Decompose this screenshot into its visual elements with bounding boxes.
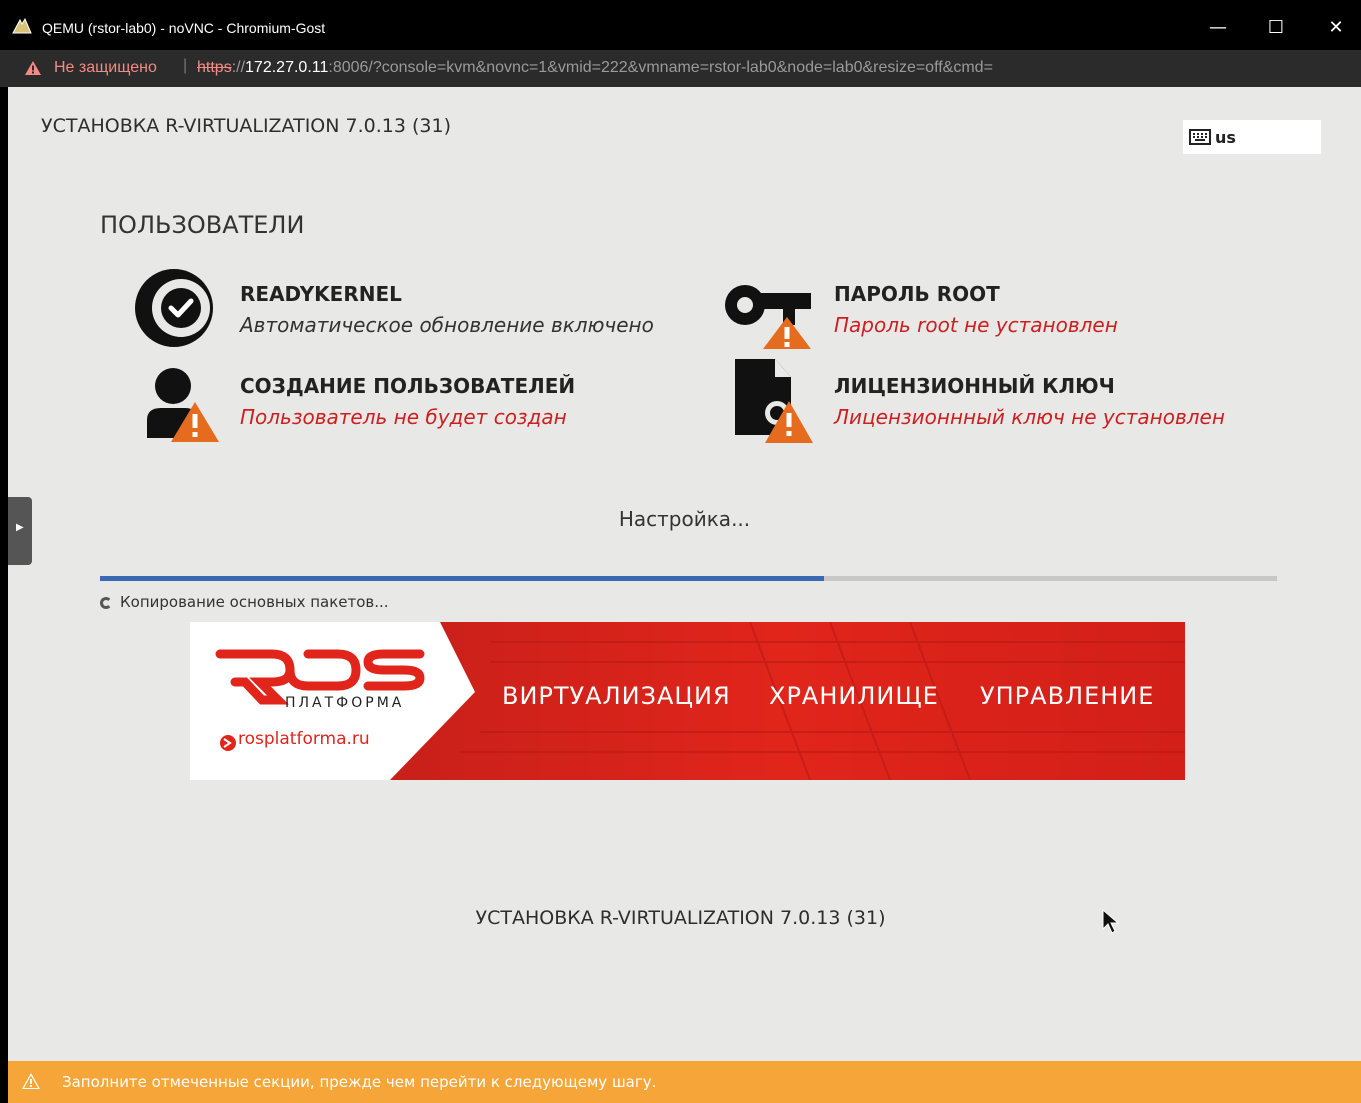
progress-label: Настройка... <box>618 507 751 531</box>
product-title: УСТАНОВКА R-VIRTUALIZATION 7.0.13 (31) <box>41 115 451 137</box>
window-title: QEMU (rstor-lab0) - noVNC - Chromium-Gos… <box>42 20 326 36</box>
spoke-status: Пароль root не установлен <box>834 313 1118 337</box>
window-titlebar: QEMU (rstor-lab0) - noVNC - Chromium-Gos… <box>0 0 1361 50</box>
banner-word-storage: ХРАНИЛИЩЕ <box>769 682 939 710</box>
url-scheme: https <box>197 59 232 76</box>
warning-message: Заполните отмеченные секции, прежде чем … <box>62 1073 657 1091</box>
progress-bar <box>100 576 1277 581</box>
spoke-status: Автоматическое обновление включено <box>240 313 654 337</box>
readykernel-check-icon <box>135 269 213 347</box>
promo-banner: ПЛАТФОРМА rosplatforma.ru ВИРТУАЛИЗАЦИЯ … <box>190 622 1185 780</box>
address-bar[interactable]: Не защищено | https://172.27.0.11:8006/?… <box>0 50 1361 87</box>
url-rest: :8006/?console=kvm&novnc=1&vmid=222&vmna… <box>328 59 993 76</box>
vnc-screen[interactable]: УСТАНОВКА R-VIRTUALIZATION 7.0.13 (31) u… <box>8 87 1361 1103</box>
section-title: ПОЛЬЗОВАТЕЛИ <box>100 211 305 239</box>
close-button[interactable]: ✕ <box>1314 10 1358 46</box>
user-warning-icon <box>147 368 219 442</box>
install-step: Копирование основных пакетов... <box>100 593 389 611</box>
progress-fill <box>100 576 824 581</box>
url-text[interactable]: https://172.27.0.11:8006/?console=kvm&no… <box>197 59 993 77</box>
spoke-status: Пользователь не будет создан <box>240 405 567 429</box>
security-label[interactable]: Не защищено <box>54 59 157 77</box>
warning-icon[interactable] <box>24 60 42 76</box>
spoke-label: READYKERNEL <box>240 282 402 306</box>
keyboard-layout-label: us <box>1215 128 1236 147</box>
minimize-button[interactable]: — <box>1196 10 1240 46</box>
warning-bar[interactable]: Заполните отмеченные секции, прежде чем … <box>8 1061 1361 1103</box>
warning-icon <box>22 1073 40 1089</box>
url-host: 172.27.0.11 <box>245 59 329 76</box>
footer-product-title: УСТАНОВКА R-VIRTUALIZATION 7.0.13 (31) <box>475 907 886 929</box>
spoke-label: ПАРОЛЬ ROOT <box>834 282 1000 306</box>
spoke-label: ЛИЦЕНЗИОННЫЙ КЛЮЧ <box>834 374 1115 398</box>
spoke-root-password[interactable]: ПАРОЛЬ ROOT Пароль root не установлен <box>723 267 1283 351</box>
banner-logo-subtitle: ПЛАТФОРМА <box>285 695 405 711</box>
maximize-button[interactable]: ☐ <box>1254 10 1298 46</box>
install-step-text: Копирование основных пакетов... <box>120 593 389 611</box>
address-separator: | <box>183 57 188 74</box>
app-icon <box>12 18 32 34</box>
banner-word-virtualization: ВИРТУАЛИЗАЦИЯ <box>502 682 731 710</box>
banner-word-management: УПРАВЛЕНИЕ <box>980 682 1155 710</box>
spoke-label: СОЗДАНИЕ ПОЛЬЗОВАТЕЛЕЙ <box>240 374 576 398</box>
spoke-readykernel[interactable]: READYKERNEL Автоматическое обновление вк… <box>133 267 673 351</box>
banner-site: rosplatforma.ru <box>238 729 370 749</box>
keyboard-icon <box>1189 129 1211 145</box>
url-sep: :// <box>231 59 246 76</box>
spinner-icon <box>100 597 112 609</box>
key-warning-icon <box>725 285 811 349</box>
spoke-status: Лицензионнный ключ не установлен <box>834 405 1225 429</box>
keyboard-layout-indicator[interactable]: us <box>1183 120 1321 154</box>
spoke-user-creation[interactable]: СОЗДАНИЕ ПОЛЬЗОВАТЕЛЕЙ Пользователь не б… <box>143 362 683 446</box>
spoke-license-key[interactable]: ЛИЦЕНЗИОННЫЙ КЛЮЧ Лицензионнный ключ не … <box>733 357 1293 445</box>
license-warning-icon <box>735 359 813 443</box>
